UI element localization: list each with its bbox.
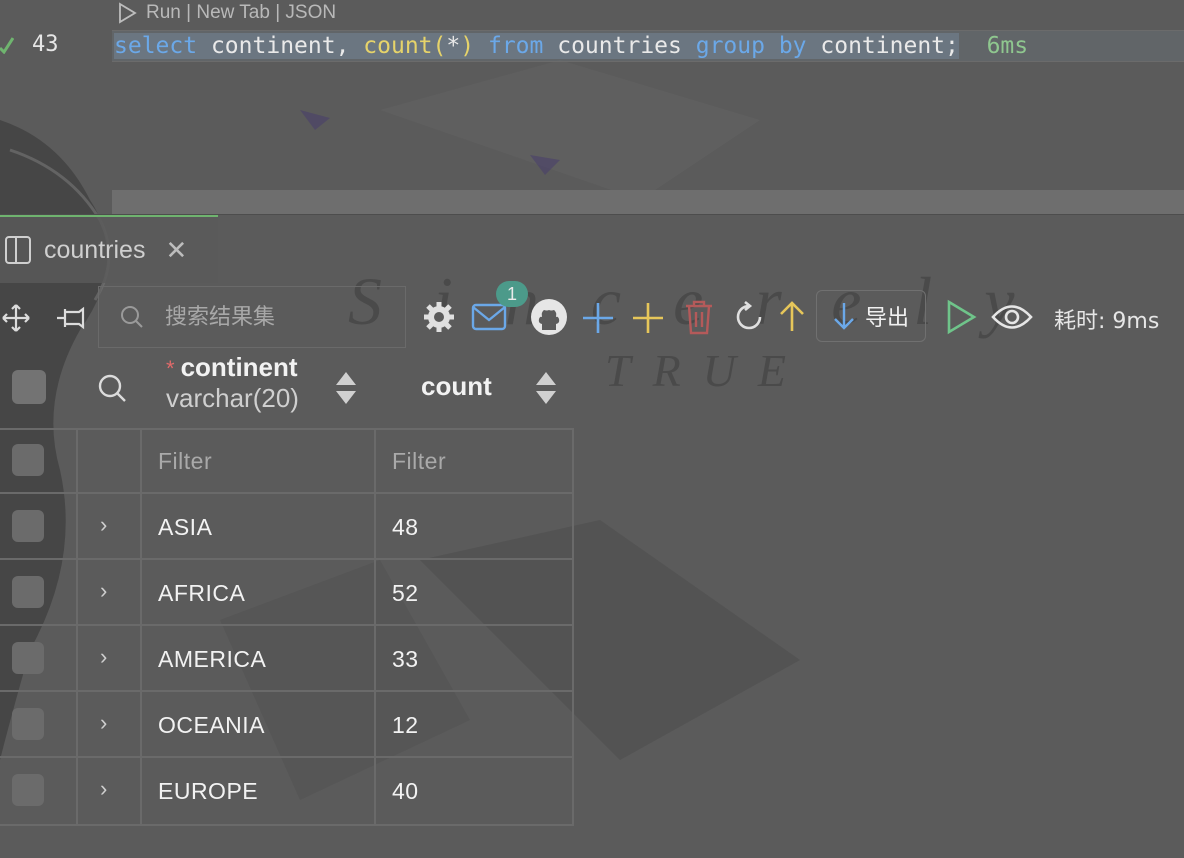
column-type: varchar(20) xyxy=(166,383,299,413)
keyword-by: by xyxy=(778,33,807,59)
table-row[interactable]: › AFRICA 52 xyxy=(0,560,574,626)
column-continent-2: continent; xyxy=(820,33,959,59)
row-checkbox[interactable] xyxy=(12,642,44,674)
cell-continent[interactable]: AFRICA xyxy=(158,580,245,607)
sort-icon[interactable] xyxy=(335,370,357,406)
cell-count[interactable]: 48 xyxy=(392,514,419,541)
close-icon[interactable]: ✕ xyxy=(165,235,187,266)
table-row[interactable]: › ASIA 48 xyxy=(0,494,574,560)
tab-countries[interactable]: countries ✕ xyxy=(0,215,218,283)
filter-row-checkbox[interactable] xyxy=(12,444,44,476)
keyword-select: select xyxy=(114,33,198,59)
cell-continent[interactable]: AMERICA xyxy=(158,646,266,673)
cell-continent[interactable]: ASIA xyxy=(158,514,212,541)
cell-continent[interactable]: OCEANIA xyxy=(158,712,265,739)
chevron-right-icon[interactable]: › xyxy=(100,578,107,604)
sql-statement[interactable]: select continent, count(*) from countrie… xyxy=(114,31,1028,61)
function-count: count xyxy=(363,33,433,59)
codelens-actions[interactable]: Run | New Tab | JSON xyxy=(116,0,336,26)
search-icon xyxy=(121,306,143,328)
column-search-icon[interactable] xyxy=(94,370,130,406)
filter-input-continent[interactable]: Filter xyxy=(158,448,212,475)
trash-icon[interactable] xyxy=(682,298,716,336)
insert-icon[interactable] xyxy=(630,300,666,336)
line-number: 43 xyxy=(32,32,59,57)
chevron-right-icon[interactable]: › xyxy=(100,644,107,670)
notification-badge: 1 xyxy=(496,281,528,307)
arrow-up-icon[interactable] xyxy=(776,298,808,334)
export-label: 导出 xyxy=(865,306,910,331)
row-checkbox[interactable] xyxy=(12,708,44,740)
row-checkbox[interactable] xyxy=(12,510,44,542)
table-row[interactable]: › EUROPE 40 xyxy=(0,758,574,824)
refresh-icon[interactable] xyxy=(732,299,766,335)
row-checkbox[interactable] xyxy=(12,774,44,806)
check-icon xyxy=(0,37,14,54)
elapsed-time: 耗时: 9ms xyxy=(1054,309,1160,334)
sort-icon[interactable] xyxy=(535,370,557,406)
column-continent: continent, xyxy=(210,33,350,59)
export-button[interactable]: 导出 xyxy=(816,290,926,342)
result-search[interactable] xyxy=(98,286,406,348)
row-checkbox[interactable] xyxy=(12,576,44,608)
column-header-continent[interactable]: * continent varchar(20) xyxy=(166,352,299,414)
cell-count[interactable]: 33 xyxy=(392,646,419,673)
gear-icon[interactable] xyxy=(420,298,458,336)
chevron-right-icon[interactable]: › xyxy=(100,512,107,538)
search-input[interactable] xyxy=(165,304,405,330)
paren-open: ( xyxy=(432,33,447,59)
cell-count[interactable]: 12 xyxy=(392,712,419,739)
filter-input-count[interactable]: Filter xyxy=(392,448,446,475)
run-play-icon[interactable] xyxy=(116,2,138,24)
table-row[interactable]: › OCEANIA 12 xyxy=(0,692,574,758)
cell-count[interactable]: 40 xyxy=(392,778,419,805)
star: * xyxy=(446,33,461,59)
chevron-right-icon[interactable]: › xyxy=(100,776,107,802)
paren-close: ) xyxy=(460,33,475,59)
filter-row: Filter Filter xyxy=(0,428,574,494)
query-duration: 6ms xyxy=(986,33,1029,59)
cell-count[interactable]: 52 xyxy=(392,580,419,607)
column-name: continent xyxy=(180,352,298,382)
column-header-count[interactable]: count xyxy=(421,371,492,402)
pin-icon[interactable] xyxy=(55,302,89,334)
keyword-group: group xyxy=(695,33,765,59)
watermark-true: TRUE xyxy=(605,345,808,396)
select-all-checkbox[interactable] xyxy=(12,370,46,404)
panel-layout-icon xyxy=(5,236,31,264)
move-icon[interactable] xyxy=(0,302,32,334)
column-name: count xyxy=(421,371,492,401)
chevron-right-icon[interactable]: › xyxy=(100,710,107,736)
table-row[interactable]: › AMERICA 33 xyxy=(0,626,574,692)
github-icon[interactable] xyxy=(528,296,570,338)
panel-resize-bar[interactable] xyxy=(112,190,1184,214)
run-icon[interactable] xyxy=(944,298,978,336)
eye-icon[interactable] xyxy=(990,300,1034,334)
codelens-label[interactable]: Run | New Tab | JSON xyxy=(146,2,336,24)
keyword-from: from xyxy=(487,33,544,59)
tab-label: countries xyxy=(44,235,146,264)
cell-continent[interactable]: EUROPE xyxy=(158,778,258,805)
required-marker: * xyxy=(166,356,175,381)
table-name: countries xyxy=(557,33,682,59)
arrow-down-icon xyxy=(834,303,854,330)
add-row-icon[interactable] xyxy=(580,300,616,336)
